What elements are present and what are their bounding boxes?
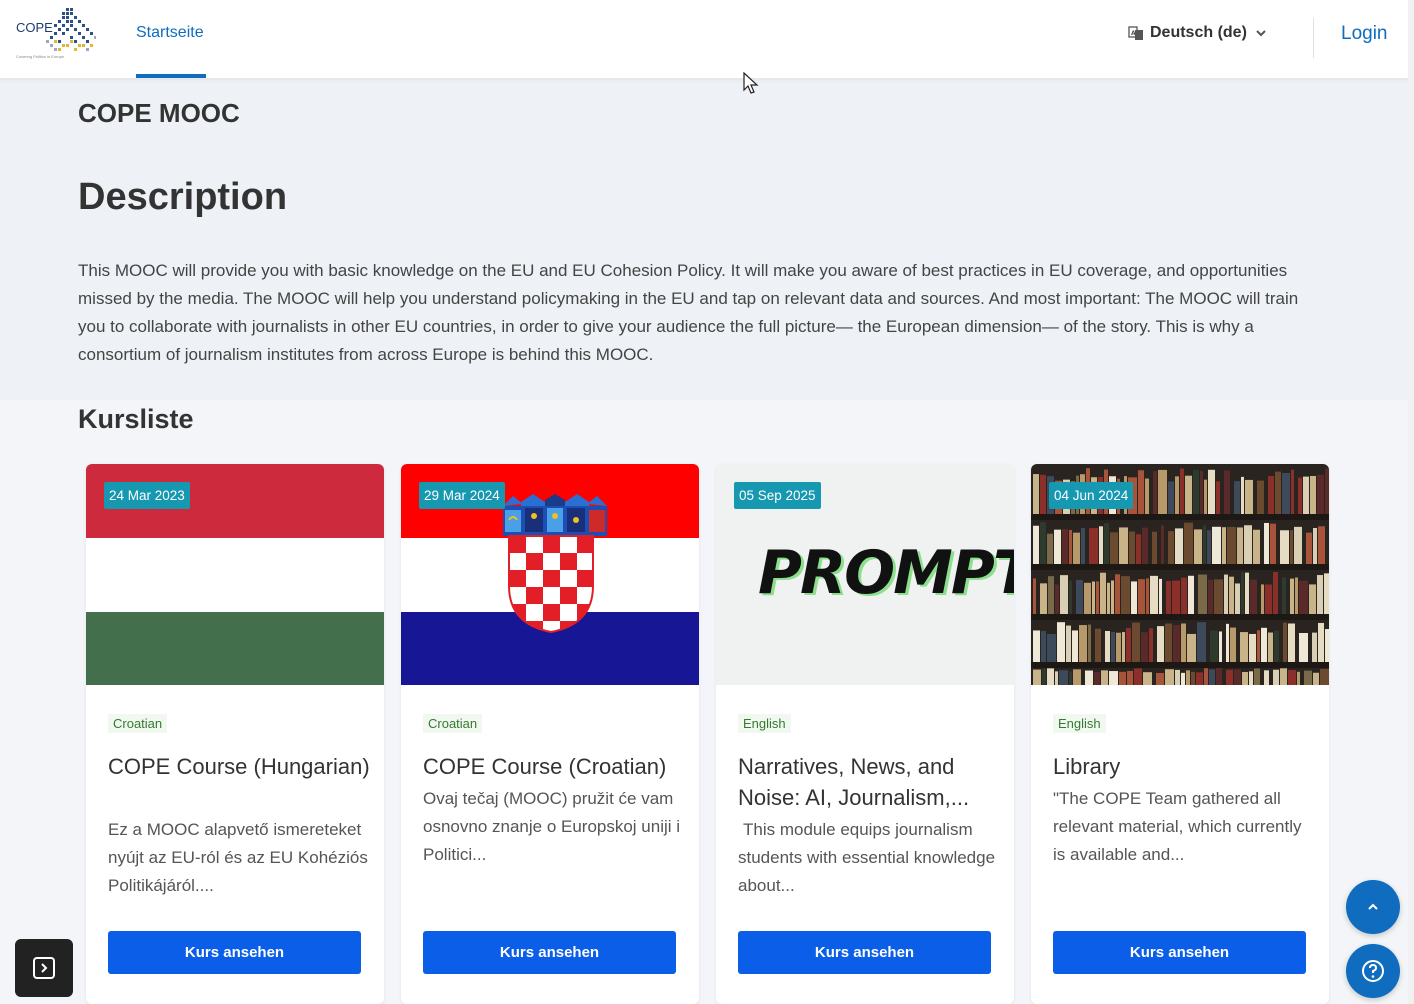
description-heading: Description — [78, 176, 288, 218]
scroll-to-top-button[interactable] — [1346, 880, 1400, 934]
view-course-button[interactable]: Kurs ansehen — [738, 931, 991, 974]
question-icon — [1362, 960, 1384, 982]
top-navbar: COPE Covering Politics in Europe Startse… — [0, 0, 1414, 78]
course-list-heading: Kursliste — [78, 404, 194, 434]
drawer-toggle-icon — [33, 957, 55, 979]
course-card: PROMPT 05 Sep 2025 English Narratives, N… — [716, 464, 1014, 1004]
mouse-cursor-icon — [743, 72, 759, 94]
chevron-down-icon — [1256, 30, 1266, 37]
chevron-up-icon — [1368, 903, 1378, 910]
logo-text: COPE — [16, 20, 53, 35]
page-scrollbar[interactable] — [1408, 0, 1414, 1004]
view-course-button[interactable]: Kurs ansehen — [423, 931, 676, 974]
course-language-tag: Croatian — [108, 714, 168, 733]
cope-logo[interactable]: COPE Covering Politics in Europe — [16, 6, 96, 62]
language-selector[interactable]: A Deutsch (de) — [1128, 24, 1269, 42]
logo-subtitle: Covering Politics in Europe — [16, 54, 65, 59]
header-divider — [1313, 18, 1314, 58]
course-language-tag: Croatian — [423, 714, 483, 733]
course-date-badge: 04 Jun 2024 — [1049, 482, 1134, 509]
nav-active-indicator — [136, 74, 206, 78]
language-icon: A — [1128, 26, 1143, 40]
drawer-toggle-button[interactable] — [15, 939, 73, 997]
course-title[interactable]: Library — [1053, 751, 1323, 782]
course-description: Ez a MOOC alapvető ismereteket nyújt az … — [108, 820, 368, 895]
view-course-button[interactable]: Kurs ansehen — [108, 931, 361, 974]
course-title[interactable]: COPE Course (Hungarian) — [108, 751, 378, 782]
description-text: This MOOC will provide you with basic kn… — [78, 261, 1299, 364]
svg-text:A: A — [1131, 30, 1136, 37]
language-label: Deutsch (de) — [1150, 24, 1247, 41]
course-description: "The COPE Team gathered all relevant mat… — [1053, 789, 1302, 864]
course-date-badge: 24 Mar 2023 — [104, 482, 190, 509]
course-title[interactable]: Narratives, News, and Noise: AI, Journal… — [738, 751, 1008, 813]
course-language-tag: English — [1053, 714, 1106, 733]
course-card: 04 Jun 2024 English Library "The COPE Te… — [1031, 464, 1329, 1004]
nav-startseite[interactable]: Startseite — [136, 24, 204, 42]
prompt-image-text: PROMPT — [758, 538, 1014, 608]
course-card: 24 Mar 2023 Croatian COPE Course (Hungar… — [86, 464, 384, 1004]
view-course-button[interactable]: Kurs ansehen — [1053, 931, 1306, 974]
course-title[interactable]: COPE Course (Croatian) — [423, 751, 693, 782]
login-link[interactable]: Login — [1341, 23, 1388, 45]
course-card: 29 Mar 2024 Croatian COPE Course (Croati… — [401, 464, 699, 1004]
course-description: Ovaj tečaj (MOOC) pružit će vam osnovno … — [423, 789, 681, 864]
course-date-badge: 05 Sep 2025 — [734, 482, 821, 509]
course-description: This module equips journalism students w… — [738, 820, 996, 895]
help-button[interactable] — [1346, 944, 1400, 998]
course-date-badge: 29 Mar 2024 — [419, 482, 505, 509]
page-title: COPE MOOC — [78, 98, 240, 128]
course-language-tag: English — [738, 714, 791, 733]
